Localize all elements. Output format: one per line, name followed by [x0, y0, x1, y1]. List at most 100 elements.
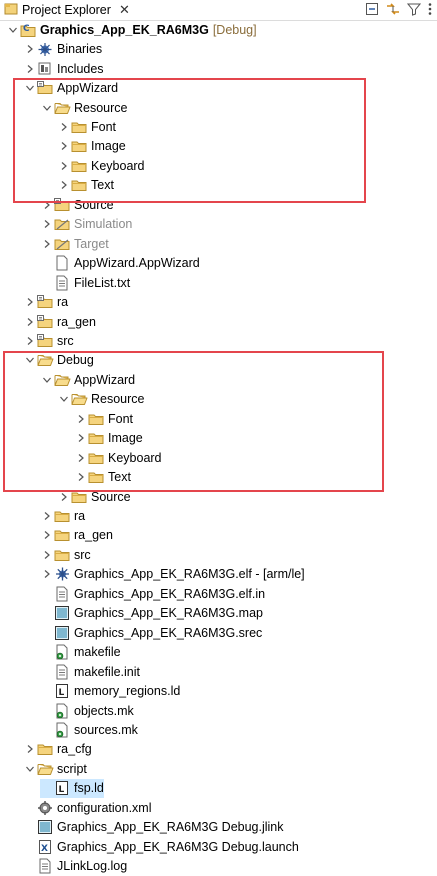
tab-project-explorer[interactable]: Project Explorer ✕ — [0, 0, 134, 20]
tree-item[interactable]: sources.mk — [40, 720, 138, 740]
project-icon: C — [19, 20, 37, 39]
chevron-right-icon[interactable] — [57, 137, 70, 156]
tree-item[interactable]: Resource — [40, 98, 128, 118]
chevron-right-icon[interactable] — [23, 312, 36, 331]
chevron-right-icon[interactable] — [23, 293, 36, 312]
tree-item[interactable]: Text — [57, 176, 114, 196]
binaries-icon — [36, 40, 54, 59]
chevron-right-icon[interactable] — [57, 118, 70, 137]
tree-item-label: Resource — [91, 392, 145, 407]
tree-item[interactable]: src — [40, 545, 91, 565]
chevron-down-icon[interactable] — [23, 79, 36, 98]
tree-item[interactable]: Image — [57, 137, 126, 157]
chevron-down-icon[interactable] — [40, 370, 53, 389]
chevron-right-icon[interactable] — [57, 156, 70, 175]
tree-item[interactable]: ra_gen — [23, 312, 96, 332]
chevron-right-icon[interactable] — [23, 40, 36, 59]
view-menu-icon[interactable] — [427, 2, 433, 19]
chevron-down-icon[interactable] — [57, 390, 70, 409]
tree-item-label: Includes — [57, 61, 104, 76]
tree-item-label: memory_regions.ld — [74, 684, 181, 699]
close-icon[interactable]: ✕ — [119, 2, 130, 18]
tree-item[interactable]: configuration.xml — [23, 798, 152, 818]
tree-item[interactable]: ra_cfg — [23, 740, 92, 760]
chevron-right-icon[interactable] — [40, 195, 53, 214]
chevron-down-icon[interactable] — [23, 759, 36, 778]
chevron-down-icon[interactable] — [40, 98, 53, 117]
linker-file-icon: L — [53, 682, 71, 701]
chevron-right-icon[interactable] — [40, 545, 53, 564]
tree-item[interactable]: Debug — [23, 351, 94, 371]
file-icon — [53, 254, 71, 273]
source-folder-icon — [36, 293, 54, 312]
chevron-right-icon[interactable] — [57, 487, 70, 506]
tree-item[interactable]: FileList.txt — [40, 273, 130, 293]
tree-item-label: makefile.init — [74, 664, 140, 679]
chevron-right-icon[interactable] — [40, 565, 53, 584]
link-with-editor-icon[interactable] — [385, 2, 401, 19]
collapse-all-icon[interactable] — [365, 2, 379, 19]
tree-item[interactable]: Resource — [57, 390, 145, 410]
tree-item-label: AppWizard.AppWizard — [74, 256, 200, 271]
tree-item[interactable]: makefile — [40, 642, 121, 662]
tree-item[interactable]: Keyboard — [57, 156, 145, 176]
tree-item[interactable]: AppWizard — [40, 370, 135, 390]
chevron-right-icon[interactable] — [40, 507, 53, 526]
chevron-right-icon[interactable] — [74, 409, 87, 428]
tree-item[interactable]: Source — [40, 195, 114, 215]
chevron-down-icon[interactable] — [23, 351, 36, 370]
includes-icon — [36, 59, 54, 78]
tree-item[interactable]: Font — [74, 409, 133, 429]
chevron-right-icon[interactable] — [40, 234, 53, 253]
tree-item-label: Keyboard — [91, 158, 145, 173]
tree-item[interactable]: X Graphics_App_EK_RA6M3G Debug.launch — [23, 837, 299, 857]
chevron-right-icon[interactable] — [74, 468, 87, 487]
tree-item[interactable]: Graphics_App_EK_RA6M3G Debug.jlink — [23, 817, 284, 837]
tree-item[interactable]: Binaries — [23, 39, 102, 59]
makefile-icon — [53, 643, 71, 662]
tree-item[interactable]: Simulation — [40, 215, 132, 235]
chevron-right-icon[interactable] — [57, 176, 70, 195]
chevron-right-icon[interactable] — [74, 429, 87, 448]
project-explorer-icon — [4, 2, 18, 19]
tree-item[interactable]: ra_gen — [40, 526, 113, 546]
tree-item[interactable]: Text — [74, 467, 131, 487]
tree-item[interactable]: JLinkLog.log — [23, 856, 127, 876]
chevron-right-icon[interactable] — [74, 448, 87, 467]
tree-item[interactable]: Graphics_App_EK_RA6M3G.elf - [arm/le] — [40, 565, 305, 585]
tree-item[interactable]: Font — [57, 117, 116, 137]
tree-item[interactable]: AppWizard — [23, 78, 118, 98]
chevron-right-icon[interactable] — [23, 59, 36, 78]
tree-item[interactable]: Source — [57, 487, 131, 507]
chevron-right-icon[interactable] — [40, 526, 53, 545]
tree-item[interactable]: script — [23, 759, 87, 779]
chevron-right-icon[interactable] — [23, 331, 36, 350]
tree-item[interactable]: Graphics_App_EK_RA6M3G.srec — [40, 623, 262, 643]
tree-item[interactable]: C Graphics_App_EK_RA6M3G [Debug] — [6, 20, 257, 40]
chevron-right-icon[interactable] — [40, 215, 53, 234]
makefile-icon — [53, 720, 71, 739]
tree-item[interactable]: Target — [40, 234, 109, 254]
tree-item[interactable]: Lmemory_regions.ld — [40, 681, 180, 701]
chevron-down-icon[interactable] — [6, 20, 19, 39]
tree-item[interactable]: Graphics_App_EK_RA6M3G.elf.in — [40, 584, 265, 604]
tree-item[interactable]: makefile.init — [40, 662, 140, 682]
tree-item[interactable]: Keyboard — [74, 448, 162, 468]
tree-item-label: Graphics_App_EK_RA6M3G.srec — [74, 625, 263, 640]
tree-item[interactable]: Lfsp.ld — [40, 778, 104, 799]
svg-text:L: L — [59, 688, 65, 698]
tree-item[interactable]: objects.mk — [40, 701, 134, 721]
tree-item[interactable]: Image — [74, 428, 143, 448]
tree-item[interactable]: Graphics_App_EK_RA6M3G.map — [40, 604, 263, 624]
tree-item[interactable]: AppWizard.AppWizard — [40, 253, 200, 273]
filter-icon[interactable] — [406, 2, 422, 19]
tree-item[interactable]: ra — [40, 506, 85, 526]
tree-item[interactable]: Includes — [23, 59, 104, 79]
tree-item[interactable]: ra — [23, 292, 68, 312]
chevron-right-icon[interactable] — [23, 740, 36, 759]
tree-item[interactable]: src — [23, 331, 74, 351]
